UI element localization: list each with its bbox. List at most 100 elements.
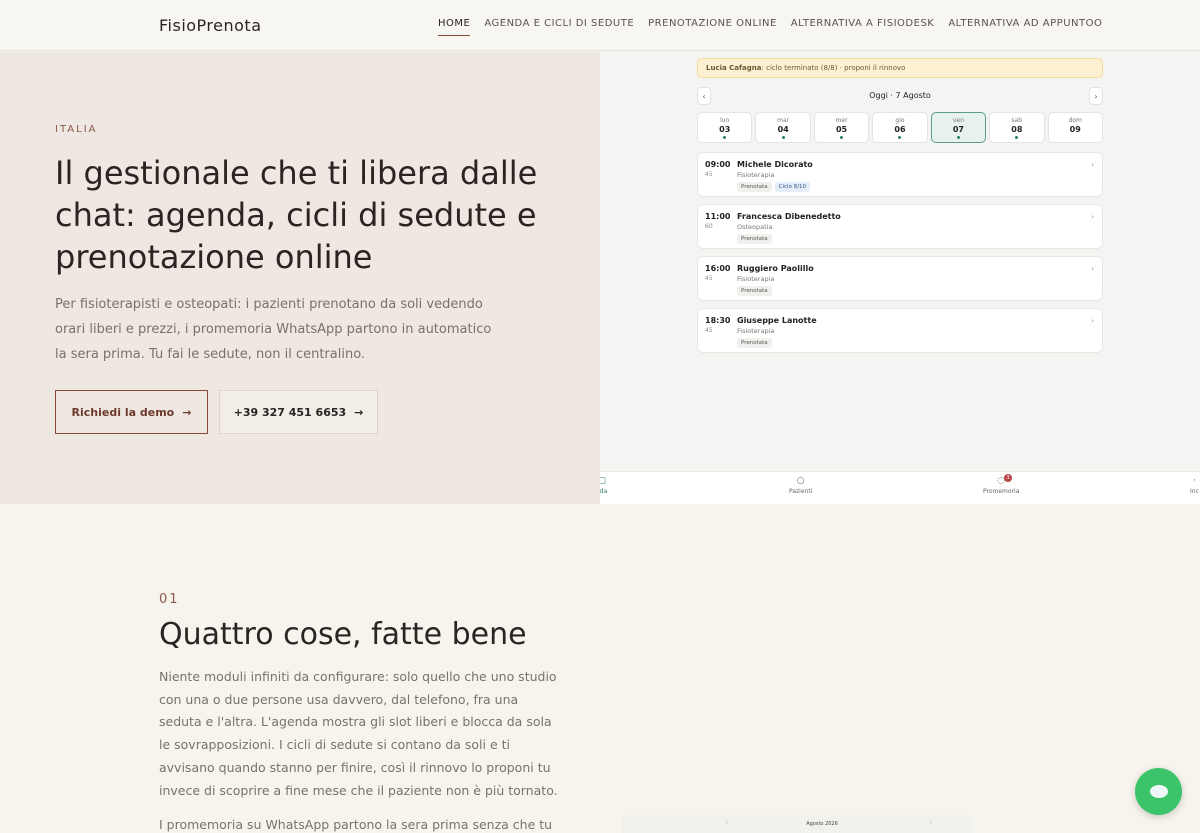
banner-patient-name: Lucia Cafagna (706, 64, 762, 72)
main-nav: HOME AGENDA E CICLI DI SEDUTE PRENOTAZIO… (438, 18, 1116, 36)
appointment-time: 09:00 (705, 160, 731, 169)
day-sat[interactable]: sab 08 (989, 112, 1045, 143)
calendar-preview: ‹ Agosto 2026 › (622, 815, 972, 833)
next-month-button[interactable]: › (930, 820, 932, 826)
day-thu[interactable]: gio 06 (872, 112, 928, 143)
hero-kicker: ITALIA (55, 124, 98, 135)
calendar-icon: ▢ (600, 476, 606, 486)
day-name: gio (895, 117, 905, 124)
service-name: Osteopatia (737, 223, 773, 231)
calendar-title: Oggi · 7 Agosto (869, 91, 931, 100)
bottom-nav-label: nda (600, 488, 608, 495)
renewal-banner: Lucia Cafagna: ciclo terminato (8/8) · p… (697, 58, 1103, 78)
day-tue[interactable]: mar 04 (755, 112, 811, 143)
appointment-tags: Prenotata (737, 286, 772, 296)
patient-name: Giuseppe Lanotte (737, 316, 817, 325)
chat-bubble-icon: ◌ (997, 476, 1006, 486)
status-badge: Prenotata (737, 286, 772, 296)
bottom-nav-more[interactable]: · Inc (1190, 476, 1199, 495)
day-mon[interactable]: lun 03 (697, 112, 753, 143)
appointment-dot (898, 136, 902, 139)
request-demo-button[interactable]: Richiedi la demo → (55, 390, 208, 434)
day-name: dom (1068, 117, 1082, 124)
section-number: 01 (159, 592, 180, 607)
chat-bubble-icon (1149, 785, 1168, 798)
appointment-tags: Prenotata (737, 338, 772, 348)
appointment-time: 18:30 (705, 316, 731, 325)
patient-name: Michele Dicorato (737, 160, 813, 169)
chevron-right-icon: › (1091, 161, 1094, 169)
day-wed[interactable]: mer 05 (813, 112, 870, 143)
prev-week-button[interactable]: ‹ (697, 87, 711, 105)
appointment-card[interactable]: 09:00 45 Michele Dicorato Fisioterapia P… (697, 152, 1103, 197)
appointment-duration: 60 (705, 223, 713, 230)
appointment-duration: 45 (705, 327, 713, 334)
appointment-card[interactable]: 16:00 45 Ruggiero Paolillo Fisioterapia … (697, 256, 1103, 301)
appointment-dot (723, 136, 727, 139)
day-name: mer (835, 117, 848, 124)
appointment-dot (840, 136, 844, 139)
nav-home[interactable]: HOME (438, 18, 471, 36)
next-week-button[interactable]: › (1089, 87, 1103, 105)
appointment-tags: Prenotata Ciclo 8/10 (737, 182, 811, 192)
day-number: 06 (894, 125, 906, 134)
day-number: 04 (777, 125, 789, 134)
service-name: Fisioterapia (737, 275, 775, 283)
appointment-dot (956, 136, 960, 139)
nav-booking[interactable]: PRENOTAZIONE ONLINE (648, 18, 777, 36)
notification-badge: 3 (1004, 474, 1012, 482)
bottom-nav-label: Pazienti (789, 488, 813, 495)
banner-text: : ciclo terminato (8/8) · proponi il rin… (761, 64, 906, 72)
appointment-tags: Prenotata (737, 234, 772, 244)
nav-agenda[interactable]: AGENDA E CICLI DI SEDUTE (484, 18, 634, 36)
phone-button[interactable]: +39 327 451 6653 → (219, 390, 378, 434)
site-header: FisioPrenota HOME AGENDA E CICLI DI SEDU… (0, 0, 1200, 51)
appointment-dot (781, 136, 785, 139)
calendar-header: Oggi · 7 Agosto ‹ › (697, 87, 1103, 105)
status-badge: Prenotata (737, 338, 772, 348)
day-number: 09 (1069, 125, 1081, 134)
patient-name: Ruggiero Paolillo (737, 264, 814, 273)
arrow-right-icon: → (354, 405, 364, 419)
day-name: sab (1011, 117, 1023, 124)
bottom-nav-label: Promemoria (983, 488, 1020, 495)
month-title: Agosto 2026 (806, 821, 838, 827)
day-number: 03 (719, 125, 731, 134)
cycle-badge: Ciclo 8/10 (774, 182, 811, 192)
appointment-duration: 45 (705, 275, 713, 282)
day-name: mar (777, 117, 790, 124)
day-number: 07 (952, 125, 964, 134)
bottom-nav-reminders[interactable]: ◌ 3 Promemoria (983, 474, 1020, 495)
day-number: 05 (835, 125, 848, 134)
chevron-right-icon: › (1091, 265, 1094, 273)
appointment-card[interactable]: 18:30 45 Giuseppe Lanotte Fisioterapia P… (697, 308, 1103, 353)
appointment-card[interactable]: 11:00 60 Francesca Dibenedetto Osteopati… (697, 204, 1103, 249)
phone-label: +39 327 451 6653 (233, 405, 347, 419)
section-body: Niente moduli infiniti da configurare: s… (159, 669, 558, 798)
hero-section: ITALIA Il gestionale che ti libera dalle… (0, 52, 600, 504)
bottom-nav-label: Inc (1190, 488, 1199, 495)
chevron-right-icon: › (1091, 317, 1094, 325)
request-demo-label: Richiedi la demo (71, 405, 175, 419)
bottom-nav-patients[interactable]: ○ Pazienti (789, 476, 812, 495)
day-number: 08 (1011, 125, 1023, 134)
status-badge: Prenotata (737, 182, 772, 192)
appointment-dot (1015, 136, 1019, 139)
hero-subtitle: Per fisioterapisti e osteopati: i pazien… (55, 297, 492, 362)
chevron-right-icon: › (1091, 213, 1094, 221)
day-sun[interactable]: dom 09 (1047, 112, 1103, 143)
day-fri-selected[interactable]: ven 07 (930, 112, 987, 143)
service-name: Fisioterapia (737, 171, 775, 179)
week-strip: lun 03 mar 04 mer 05 gio 06 ven 07 sab 08 dom 0… (697, 112, 1103, 143)
appointment-time: 11:00 (705, 212, 731, 221)
day-name: lun (720, 117, 730, 124)
arrow-right-icon: → (182, 405, 192, 419)
app-bottom-nav: ▢ nda ○ Pazienti ◌ 3 Promemoria · Inc (600, 471, 1200, 504)
brand-logo[interactable]: FisioPrenota (159, 16, 262, 35)
day-name: ven (952, 117, 964, 124)
whatsapp-chat-button[interactable] (1135, 768, 1182, 815)
bottom-nav-agenda[interactable]: ▢ nda (600, 476, 607, 495)
nav-alt-fisiodesk[interactable]: ALTERNATIVA A FISIODESK (791, 18, 935, 36)
nav-alt-appuntoo[interactable]: ALTERNATIVA AD APPUNTOO (948, 18, 1102, 36)
more-icon: · (1193, 476, 1196, 486)
